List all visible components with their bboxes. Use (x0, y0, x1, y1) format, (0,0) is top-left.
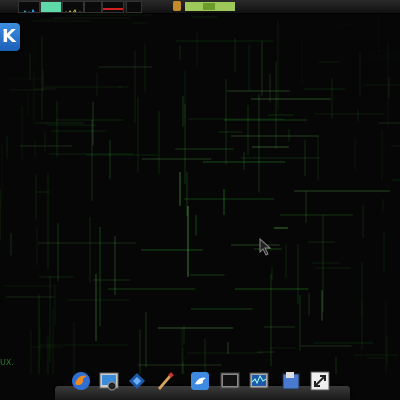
resize-icon[interactable] (309, 370, 331, 392)
load-graph[interactable] (62, 1, 84, 13)
pager[interactable] (185, 2, 235, 11)
disk-graph[interactable] (126, 1, 142, 13)
paint-icon[interactable] (154, 370, 176, 392)
bird-icon[interactable] (189, 370, 211, 392)
terminal-icon[interactable] (219, 370, 241, 392)
desktop-text: UX. (0, 358, 14, 367)
net-graph[interactable] (84, 1, 102, 13)
desktop-wallpaper (0, 14, 400, 374)
memory-graph[interactable] (40, 1, 62, 13)
firefox-icon[interactable] (70, 370, 92, 392)
top-panel (0, 0, 400, 14)
mouse-cursor (259, 238, 272, 256)
image-viewer-icon[interactable] (98, 370, 120, 392)
network-icon[interactable] (126, 370, 148, 392)
tray-icon[interactable] (173, 1, 181, 11)
swap-graph[interactable] (102, 1, 124, 13)
system-monitor-icon[interactable] (248, 370, 270, 392)
cpu-graph[interactable] (18, 1, 40, 13)
file-manager-icon[interactable] (280, 370, 302, 392)
